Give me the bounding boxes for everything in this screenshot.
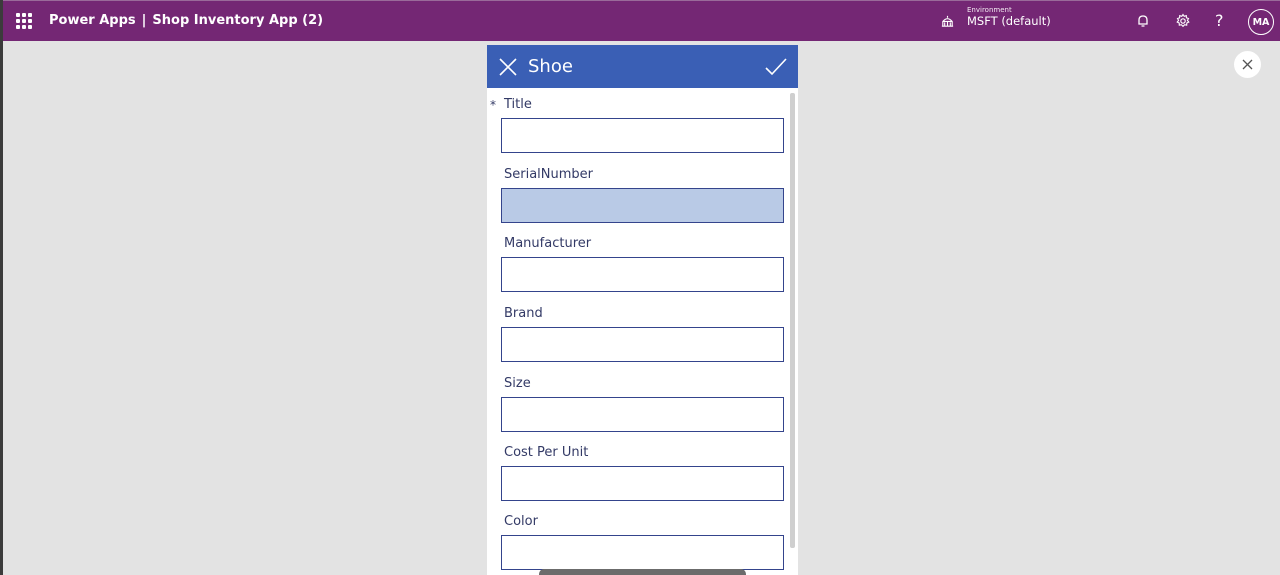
app-title: Power Apps | Shop Inventory App (2) xyxy=(49,13,323,28)
environment-icon[interactable] xyxy=(940,13,955,28)
avatar[interactable]: MA xyxy=(1248,9,1274,35)
brand-name[interactable]: Power Apps xyxy=(49,13,136,28)
environment-value: MSFT (default) xyxy=(967,14,1051,28)
title-input[interactable] xyxy=(501,118,784,153)
manufacturer-input[interactable] xyxy=(501,257,784,292)
title-separator: | xyxy=(141,13,147,28)
gear-icon[interactable] xyxy=(1175,13,1191,29)
close-icon xyxy=(1242,59,1253,70)
cost-per-unit-input[interactable] xyxy=(501,466,784,501)
form-title: Shoe xyxy=(528,56,573,77)
field-label: Cost Per Unit xyxy=(504,445,589,460)
bell-icon[interactable] xyxy=(1135,13,1151,29)
help-icon[interactable]: ? xyxy=(1215,11,1224,30)
close-preview-button[interactable] xyxy=(1234,51,1261,78)
close-icon[interactable] xyxy=(499,58,517,76)
form-header: Shoe xyxy=(487,45,798,88)
field-label: Title xyxy=(504,97,532,112)
brand-input[interactable] xyxy=(501,327,784,362)
environment-label: Environment xyxy=(967,6,1012,14)
app-preview: Shoe * Title SerialNumber Manufacturer B… xyxy=(487,45,798,575)
app-name: Shop Inventory App (2) xyxy=(152,13,324,28)
color-input[interactable] xyxy=(501,535,784,570)
form-scrollbar[interactable] xyxy=(790,93,795,548)
top-bar: Power Apps | Shop Inventory App (2) Enviro… xyxy=(3,0,1280,41)
field-label: SerialNumber xyxy=(504,167,594,182)
field-label: Color xyxy=(504,514,538,529)
field-label: Manufacturer xyxy=(504,236,592,251)
app-launcher-icon[interactable] xyxy=(16,13,32,29)
field-label: Brand xyxy=(504,306,543,321)
required-marker: * xyxy=(490,98,496,112)
size-input[interactable] xyxy=(501,397,784,432)
checkmark-icon[interactable] xyxy=(765,57,787,77)
window-edge xyxy=(0,0,3,575)
field-label: Size xyxy=(504,376,531,391)
bottom-sheet-handle[interactable] xyxy=(539,569,746,575)
serialnumber-input[interactable] xyxy=(501,188,784,223)
environment-picker[interactable]: Environment MSFT (default) xyxy=(967,7,1051,28)
